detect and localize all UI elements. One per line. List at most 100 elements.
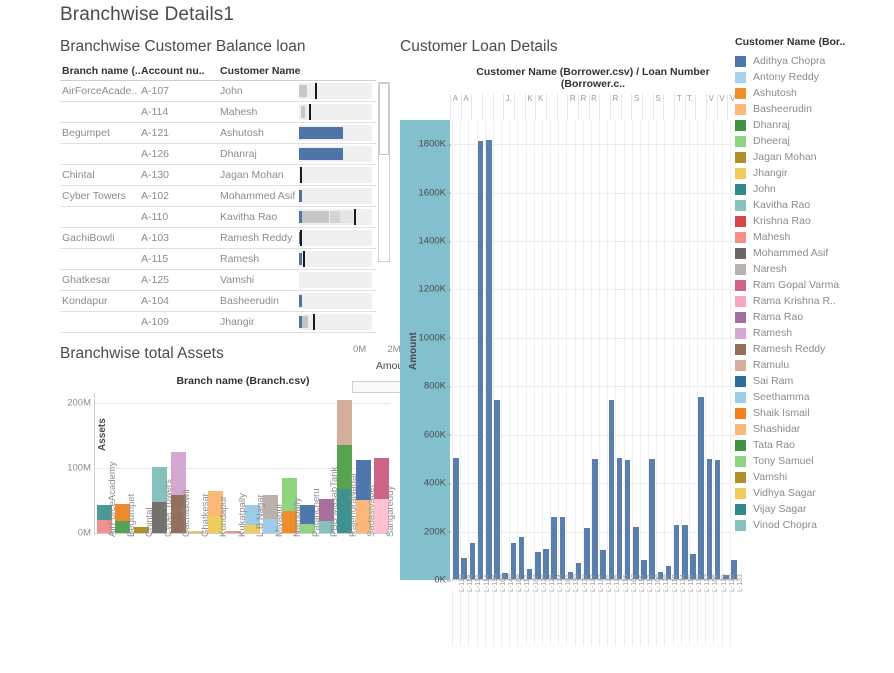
cell-balance-bar[interactable] — [297, 311, 376, 333]
loan-top-category-label[interactable]: T — [674, 94, 685, 103]
table-row[interactable]: Chintal A-130 Jagan Mohan — [60, 164, 376, 186]
cell-balance-bar[interactable] — [297, 101, 376, 123]
loan-bar[interactable] — [649, 459, 655, 579]
legend-item[interactable]: Antony Reddy — [735, 69, 893, 85]
legend-item[interactable]: Tata Rao — [735, 437, 893, 453]
legend-item[interactable]: Rama Rao — [735, 309, 893, 325]
loan-bar[interactable] — [698, 397, 704, 579]
loan-bar[interactable] — [682, 524, 688, 579]
legend-item[interactable]: Ram Gopal Varma — [735, 277, 893, 293]
loan-x-tick-label[interactable]: L-133 — [737, 574, 744, 592]
loan-top-category-label[interactable]: K — [535, 94, 546, 103]
assets-x-tick-label[interactable]: Patancheru — [311, 488, 322, 537]
assets-x-tick-label[interactable]: PBB MasabTank — [329, 467, 340, 537]
legend-item[interactable]: Vijay Sagar — [735, 501, 893, 517]
assets-x-tick-label[interactable]: L.B Nagar — [255, 494, 266, 537]
cell-balance-bar[interactable] — [297, 206, 376, 228]
loan-bar[interactable] — [592, 459, 598, 579]
assets-x-tick-label[interactable]: GachiBowli — [181, 489, 192, 537]
assets-x-tick-label[interactable]: Nampally — [292, 497, 303, 537]
table-vertical-scrollbar[interactable] — [378, 82, 390, 262]
table-row[interactable]: A-114 Mahesh — [60, 101, 376, 123]
loan-top-category-label[interactable]: R — [589, 94, 600, 103]
legend-item[interactable]: Ramulu — [735, 357, 893, 373]
loan-top-category-label[interactable]: S — [631, 94, 642, 103]
col-header-account-number[interactable]: Account nu.. — [139, 64, 218, 81]
legend-item[interactable]: Naresh — [735, 261, 893, 277]
cell-balance-bar[interactable] — [297, 185, 376, 207]
loan-top-category-label[interactable]: R — [610, 94, 621, 103]
loan-bar[interactable] — [477, 140, 484, 579]
loan-top-category-label[interactable]: R — [578, 94, 589, 103]
table-row[interactable]: GachiBowli A-103 Ramesh Reddy — [60, 227, 376, 249]
legend-item[interactable]: Sai Ram — [735, 373, 893, 389]
assets-x-tick-label[interactable]: Chintal — [144, 507, 155, 537]
loan-top-category-label[interactable]: A — [461, 94, 472, 103]
legend-item[interactable]: Dheeraj — [735, 133, 893, 149]
legend-item[interactable]: John — [735, 181, 893, 197]
loan-top-category-label[interactable]: J. — [503, 94, 514, 103]
loan-top-category-label[interactable]: S — [653, 94, 664, 103]
loan-bar[interactable] — [494, 399, 500, 579]
legend-item[interactable]: Jagan Mohan — [735, 149, 893, 165]
legend-item[interactable]: Vidhya Sagar — [735, 485, 893, 501]
legend-item[interactable]: Ramesh — [735, 325, 893, 341]
table-row[interactable]: Kondapur A-104 Basheerudin — [60, 290, 376, 312]
legend-item[interactable]: Adithya Chopra — [735, 53, 893, 69]
table-row[interactable]: A-110 Kavitha Rao — [60, 206, 376, 228]
loan-top-category-label[interactable]: A — [450, 94, 461, 103]
legend-item[interactable]: Rama Krishna R.. — [735, 293, 893, 309]
assets-x-tick-label[interactable]: Kukatpally — [237, 493, 248, 537]
loan-bar[interactable] — [706, 459, 713, 579]
assets-x-tick-label[interactable]: RajendraNagar — [348, 473, 359, 537]
cell-balance-bar[interactable] — [297, 290, 376, 312]
loan-bar[interactable] — [584, 528, 590, 579]
legend-item[interactable]: Mohammed Asif — [735, 245, 893, 261]
loan-top-category-label[interactable]: K — [525, 94, 536, 103]
table-row[interactable]: AirForceAcade.. A-107 John — [60, 80, 376, 102]
loan-bar[interactable] — [559, 517, 566, 579]
loan-bar[interactable] — [551, 517, 557, 579]
legend-item[interactable]: Shashidar — [735, 421, 893, 437]
legend-item[interactable]: Seethamma — [735, 389, 893, 405]
legend-item[interactable]: Vinod Chopra — [735, 517, 893, 533]
loan-bar[interactable] — [485, 139, 492, 579]
legend-item[interactable]: Krishna Rao — [735, 213, 893, 229]
legend-item[interactable]: Mahesh — [735, 229, 893, 245]
legend-item[interactable]: Kavitha Rao — [735, 197, 893, 213]
loan-bar[interactable] — [633, 526, 639, 579]
cell-balance-bar[interactable] — [297, 143, 376, 165]
loan-bar[interactable] — [714, 460, 721, 579]
assets-x-tick-label[interactable]: Sangareddy — [385, 486, 396, 537]
table-row[interactable]: A-109 Jhangir — [60, 311, 376, 333]
cell-balance-bar[interactable] — [297, 248, 376, 270]
cell-balance-bar[interactable] — [297, 227, 376, 249]
legend-item[interactable]: Basheerudin — [735, 101, 893, 117]
cell-balance-bar[interactable] — [297, 269, 376, 291]
loan-top-category-label[interactable]: V — [706, 94, 717, 103]
table-row[interactable]: A-126 Dhanraj — [60, 143, 376, 165]
loan-bar[interactable] — [624, 460, 631, 579]
legend-item[interactable]: Jhangir — [735, 165, 893, 181]
loan-bar[interactable] — [518, 536, 525, 579]
assets-x-tick-label[interactable]: Cyber Towers — [163, 479, 174, 537]
table-row[interactable]: A-115 Ramesh — [60, 248, 376, 270]
legend-item[interactable]: Dhanraj — [735, 117, 893, 133]
assets-x-tick-label[interactable]: Begumpet — [126, 494, 137, 537]
legend-item[interactable]: Ashutosh — [735, 85, 893, 101]
assets-x-tick-label[interactable]: Miyapur — [274, 503, 285, 537]
cell-balance-bar[interactable] — [297, 80, 376, 102]
table-row[interactable]: Ghatkesar A-125 Vamshi — [60, 269, 376, 291]
legend-item[interactable]: Shaik Ismail — [735, 405, 893, 421]
cell-balance-bar[interactable] — [297, 164, 376, 186]
legend-item[interactable]: Vamshi — [735, 469, 893, 485]
loan-bar[interactable] — [673, 524, 680, 579]
loan-bar[interactable] — [608, 399, 615, 579]
cell-balance-bar[interactable] — [297, 122, 376, 144]
loan-top-category-label[interactable]: T. — [685, 94, 696, 103]
assets-x-tick-label[interactable]: Sadasivapet — [366, 485, 377, 537]
col-header-customer-name[interactable]: Customer Name — [218, 64, 301, 81]
table-row[interactable]: Cyber Towers A-102 Mohammed Asif — [60, 185, 376, 207]
table-scrollbar-thumb[interactable] — [379, 83, 389, 155]
assets-x-tick-label[interactable]: Ghatkesar — [200, 493, 211, 537]
